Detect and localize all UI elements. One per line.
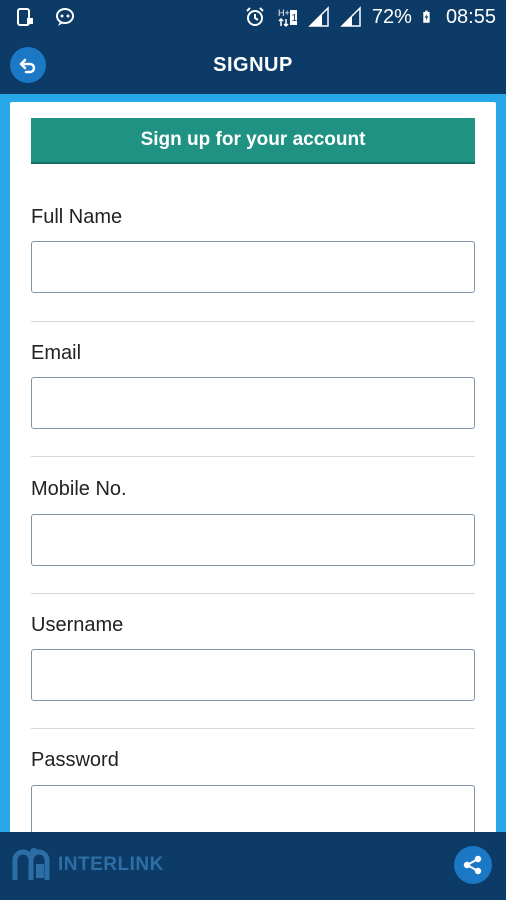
brand-logo: INTERLINK [12, 846, 164, 884]
username-input[interactable] [31, 649, 475, 701]
full-name-label: Full Name [31, 206, 123, 228]
password-input[interactable] [31, 785, 475, 837]
username-label: Username [31, 614, 124, 636]
mobile-label: Mobile No. [31, 478, 127, 500]
alarm-icon [246, 7, 264, 26]
divider [31, 593, 475, 594]
divider [31, 321, 475, 322]
page-title: SIGNUP [213, 54, 293, 76]
clock: 08:55 [445, 6, 496, 28]
signup-banner: Sign up for your account [31, 118, 475, 164]
content-area: Sign up for your account Full Name Email… [0, 94, 506, 842]
svg-text:H+: H+ [278, 8, 290, 18]
email-label: Email [31, 342, 82, 364]
footer-bar: INTERLINK [0, 832, 506, 900]
battery-percent: 72% [371, 6, 412, 28]
signup-card: Sign up for your account Full Name Email… [10, 102, 496, 842]
password-label: Password [31, 749, 119, 771]
battery-charging-icon [423, 10, 430, 23]
app-header: SIGNUP [0, 36, 506, 94]
svg-text:1: 1 [291, 13, 297, 24]
interlink-logo-icon [12, 848, 50, 880]
network-h-icon: H+ 1 [278, 8, 297, 28]
email-input[interactable] [31, 377, 475, 429]
share-icon [463, 855, 482, 875]
mobile-input[interactable] [31, 514, 475, 566]
signal-strength-2-icon [340, 6, 361, 27]
brand-name: INTERLINK [58, 854, 164, 875]
phone-notification-icon [17, 8, 33, 26]
status-bar: H+ 1 72% 08:55 [0, 0, 506, 36]
share-button[interactable] [454, 846, 492, 884]
divider [31, 728, 475, 729]
divider [31, 456, 475, 457]
full-name-input[interactable] [31, 241, 475, 293]
messenger-notification-icon [56, 8, 74, 26]
signal-strength-icon [308, 6, 329, 27]
